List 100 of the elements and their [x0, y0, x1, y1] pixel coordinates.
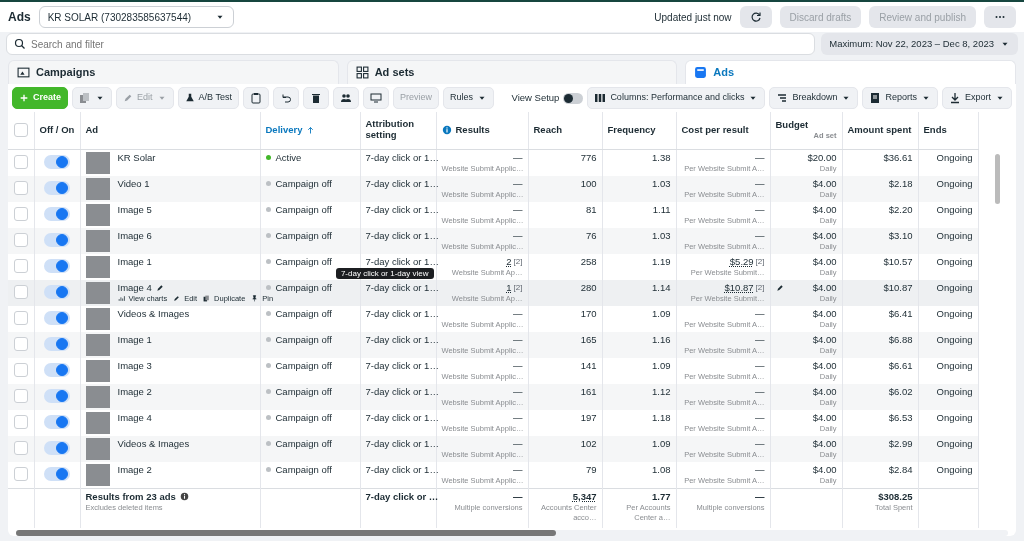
footnote-marker[interactable]: [2]: [513, 282, 523, 292]
view-setup-label: View Setup: [511, 90, 560, 105]
rules-button[interactable]: Rules: [442, 87, 494, 109]
ad-name[interactable]: Image 4: [117, 281, 152, 294]
duplicate-button[interactable]: [72, 87, 112, 109]
amount-spent: $2.20: [888, 203, 913, 215]
tab[interactable]: Ads: [685, 60, 1016, 84]
budget-value: $4.00: [812, 203, 837, 216]
column-header[interactable]: Results: [455, 124, 490, 136]
row-checkbox[interactable]: [13, 414, 28, 429]
row-checkbox[interactable]: [13, 440, 28, 455]
ad-name[interactable]: Image 6: [117, 229, 152, 242]
toggle-switch[interactable]: [44, 206, 70, 221]
results-value: —: [513, 333, 523, 345]
search-field[interactable]: Search and filter: [6, 33, 816, 55]
select-all-checkbox[interactable]: [13, 123, 28, 138]
ad-name[interactable]: Image 4: [117, 411, 152, 424]
column-header[interactable]: Delivery: [265, 124, 303, 136]
footnote-marker[interactable]: [2]: [755, 282, 765, 292]
tab[interactable]: Campaigns: [8, 60, 339, 84]
account-dropdown[interactable]: KR SOLAR (730283585637544): [38, 6, 234, 28]
footnote-marker[interactable]: [2]: [755, 256, 765, 266]
results-value: —: [513, 411, 523, 423]
row-checkbox[interactable]: [13, 258, 28, 273]
attribution-setting: 7-day click or 1…: [365, 255, 439, 267]
column-header[interactable]: Cost per result: [681, 124, 749, 136]
toggle-switch[interactable]: [44, 388, 70, 403]
column-header[interactable]: Attribution setting: [365, 119, 431, 142]
export-button[interactable]: Export: [942, 87, 1012, 109]
frequency-value: 1.14: [652, 281, 671, 293]
ad-name[interactable]: KR Solar: [117, 151, 156, 164]
column-header[interactable]: Ends: [923, 124, 947, 136]
attribution-setting: 7-day click or 1…: [365, 229, 439, 241]
attribution-setting: 7-day click or 1…: [365, 411, 439, 423]
pencil-icon[interactable]: [775, 283, 784, 292]
toggle-switch[interactable]: [44, 232, 70, 247]
toggle-switch[interactable]: [44, 440, 70, 455]
budget-value: $4.00: [812, 281, 837, 294]
toggle-switch[interactable]: [44, 310, 70, 325]
row-checkbox[interactable]: [13, 180, 28, 195]
reach-value: 197: [580, 411, 597, 423]
toggle-switch[interactable]: [44, 258, 70, 273]
ad-name[interactable]: Video 1: [117, 177, 150, 190]
column-header[interactable]: Reach: [533, 124, 562, 136]
ad-name[interactable]: Image 5: [117, 203, 152, 216]
people-button[interactable]: [332, 87, 359, 109]
ad-name[interactable]: Image 1: [117, 333, 152, 346]
results-value: —: [513, 151, 523, 163]
columns-button[interactable]: Columns: Performance and clicks: [587, 87, 766, 109]
toggle-switch[interactable]: [44, 180, 70, 195]
column-header[interactable]: Budget: [775, 119, 809, 131]
reports-button[interactable]: Reports: [862, 87, 938, 109]
delivery-status: Campaign off: [275, 359, 332, 371]
toggle-switch[interactable]: [44, 414, 70, 429]
toggle-switch[interactable]: [44, 154, 70, 169]
toggle-switch[interactable]: [44, 362, 70, 377]
end-date: Ongoing: [936, 333, 973, 345]
row-checkbox[interactable]: [13, 284, 28, 299]
ad-name[interactable]: Image 2: [117, 385, 152, 398]
view-setup-toggle[interactable]: [563, 92, 584, 104]
cost-value: —: [755, 151, 765, 163]
row-checkbox[interactable]: [13, 310, 28, 325]
footnote-marker[interactable]: [2]: [513, 256, 523, 266]
row-checkbox[interactable]: [13, 232, 28, 247]
row-checkbox[interactable]: [13, 362, 28, 377]
toggle-switch[interactable]: [44, 466, 70, 481]
column-header[interactable]: Ad: [85, 124, 99, 136]
delete-button[interactable]: [302, 87, 329, 109]
horizontal-scrollbar[interactable]: [16, 530, 556, 536]
ad-name[interactable]: Image 3: [117, 359, 152, 372]
ad-name[interactable]: Videos & Images: [117, 307, 190, 320]
row-checkbox[interactable]: [13, 388, 28, 403]
date-range-picker[interactable]: Maximum: Nov 22, 2023 – Dec 8, 2023: [821, 33, 1018, 55]
row-checkbox[interactable]: [13, 466, 28, 481]
summary-reach: 5,347: [571, 490, 597, 503]
toggle-switch[interactable]: [44, 284, 70, 299]
ad-name[interactable]: Image 2: [117, 463, 152, 476]
breakdown-button[interactable]: Breakdown: [769, 87, 859, 109]
column-header[interactable]: Off / On: [39, 124, 75, 136]
column-header[interactable]: Amount spent: [847, 124, 912, 136]
ad-name[interactable]: Image 1: [117, 255, 152, 268]
ab-test-button[interactable]: A/B Test: [177, 87, 239, 109]
row-checkbox[interactable]: [13, 154, 28, 169]
cost-value: —: [755, 385, 765, 397]
row-checkbox[interactable]: [13, 336, 28, 351]
more-button[interactable]: [984, 6, 1016, 28]
end-date: Ongoing: [936, 359, 973, 371]
delivery-status: Campaign off: [275, 437, 332, 449]
ad-name[interactable]: Videos & Images: [117, 437, 190, 450]
column-header[interactable]: Frequency: [607, 124, 656, 136]
screen-icon: [369, 92, 382, 104]
refresh-button[interactable]: [739, 6, 772, 28]
results-value: —: [513, 463, 523, 475]
cost-value: —: [755, 333, 765, 345]
tab[interactable]: Ad sets: [346, 60, 678, 84]
clipboard-button[interactable]: [242, 87, 269, 109]
vertical-scrollbar[interactable]: [994, 154, 1000, 204]
toggle-switch[interactable]: [44, 336, 70, 351]
row-checkbox[interactable]: [13, 206, 28, 221]
amount-spent: $6.41: [888, 307, 913, 319]
